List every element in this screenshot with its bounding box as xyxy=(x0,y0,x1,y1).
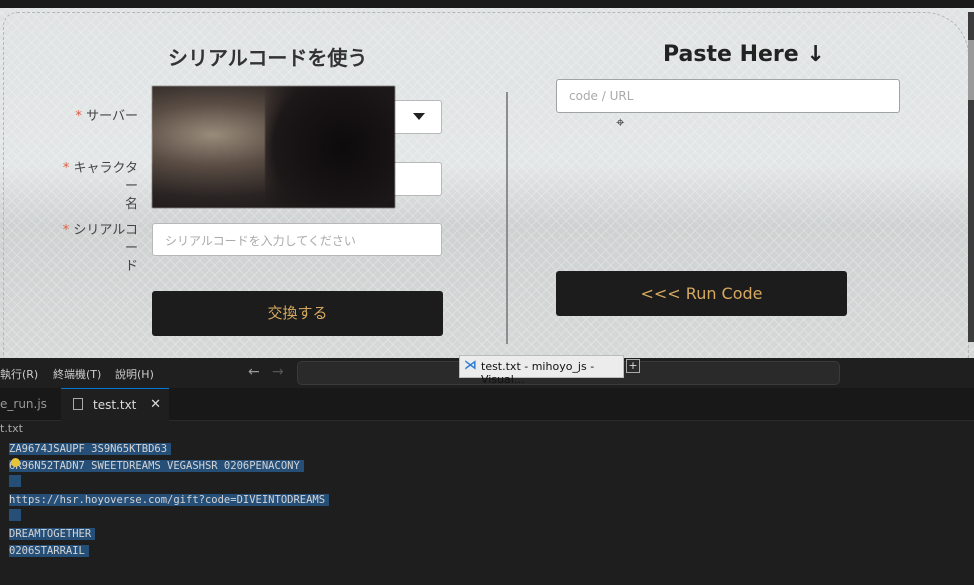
redeem-title: シリアルコードを使う xyxy=(168,46,368,70)
serial-label-text-2: ド xyxy=(124,259,138,274)
forward-arrow-icon[interactable]: → xyxy=(272,364,284,380)
serial-code-input[interactable]: シリアルコードを入力してください xyxy=(152,223,442,256)
editor-area[interactable]: ZA9674JSAUPF 3S9N65KTBD63 6R96N52TADN7 S… xyxy=(0,437,974,585)
tab-test-txt[interactable]: test.txt ✕ xyxy=(61,388,169,421)
paste-title: Paste Here ↓ xyxy=(663,42,825,67)
window-title: test.txt - mihoyo_js - Visual... xyxy=(481,360,595,386)
cursor-icon: ⌖ xyxy=(616,113,625,131)
page-scrollbar-thumb[interactable] xyxy=(968,40,974,100)
code-line: DREAMTOGETHER xyxy=(9,528,96,540)
vscode-logo-icon: ⋊ xyxy=(464,358,477,373)
required-mark: * xyxy=(62,223,70,238)
add-icon[interactable]: + xyxy=(626,359,640,373)
character-label-text-2: 名 xyxy=(124,197,138,212)
character-label: * キャラクター 名 xyxy=(50,160,138,214)
breadcrumb[interactable]: t.txt xyxy=(0,422,23,435)
tab-label: e_run.js xyxy=(0,397,47,411)
taskbar-window-preview[interactable]: ⋊ test.txt - mihoyo_js - Visual... xyxy=(459,355,624,386)
server-label: * サーバー xyxy=(50,108,138,126)
close-icon[interactable]: ✕ xyxy=(150,389,161,421)
file-icon xyxy=(73,398,83,410)
serial-label-text-1: シリアルコー xyxy=(73,223,138,256)
empty-line xyxy=(9,509,21,521)
vertical-divider xyxy=(506,92,508,344)
required-mark: * xyxy=(62,161,70,176)
run-code-button[interactable]: <<< Run Code xyxy=(556,271,847,316)
lightbulb-icon[interactable] xyxy=(11,458,20,467)
serial-label: * シリアルコー ド xyxy=(50,222,138,276)
code-url-input[interactable]: code / URL xyxy=(556,79,900,113)
empty-line xyxy=(9,475,21,487)
code-line: https://hsr.hoyoverse.com/gift?code=DIVE… xyxy=(9,494,330,506)
code-line: 0206STARRAIL xyxy=(9,545,89,557)
tab-e-run-js[interactable]: e_run.js xyxy=(0,388,52,420)
top-bar xyxy=(0,0,974,8)
required-mark: * xyxy=(75,109,82,124)
back-arrow-icon[interactable]: ← xyxy=(248,364,260,380)
redeem-button[interactable]: 交換する xyxy=(152,291,443,336)
server-label-text: サーバー xyxy=(86,109,138,124)
code-line: ZA9674JSAUPF 3S9N65KTBD63 xyxy=(9,443,172,455)
chevron-down-icon[interactable] xyxy=(413,113,425,120)
tab-label: test.txt xyxy=(93,398,137,412)
editor-tab-bar: e_run.js test.txt ✕ xyxy=(0,388,974,421)
code-line: 6R96N52TADN7 SWEETDREAMS VEGASHSR 0206PE… xyxy=(9,460,304,472)
menu-terminal[interactable]: 終端機(T) xyxy=(53,366,101,382)
menu-help[interactable]: 說明(H) xyxy=(115,366,154,382)
menu-run[interactable]: 執行(R) xyxy=(0,366,38,382)
blurred-overlay-image xyxy=(152,86,395,208)
character-label-text-1: キャラクター xyxy=(73,161,138,194)
